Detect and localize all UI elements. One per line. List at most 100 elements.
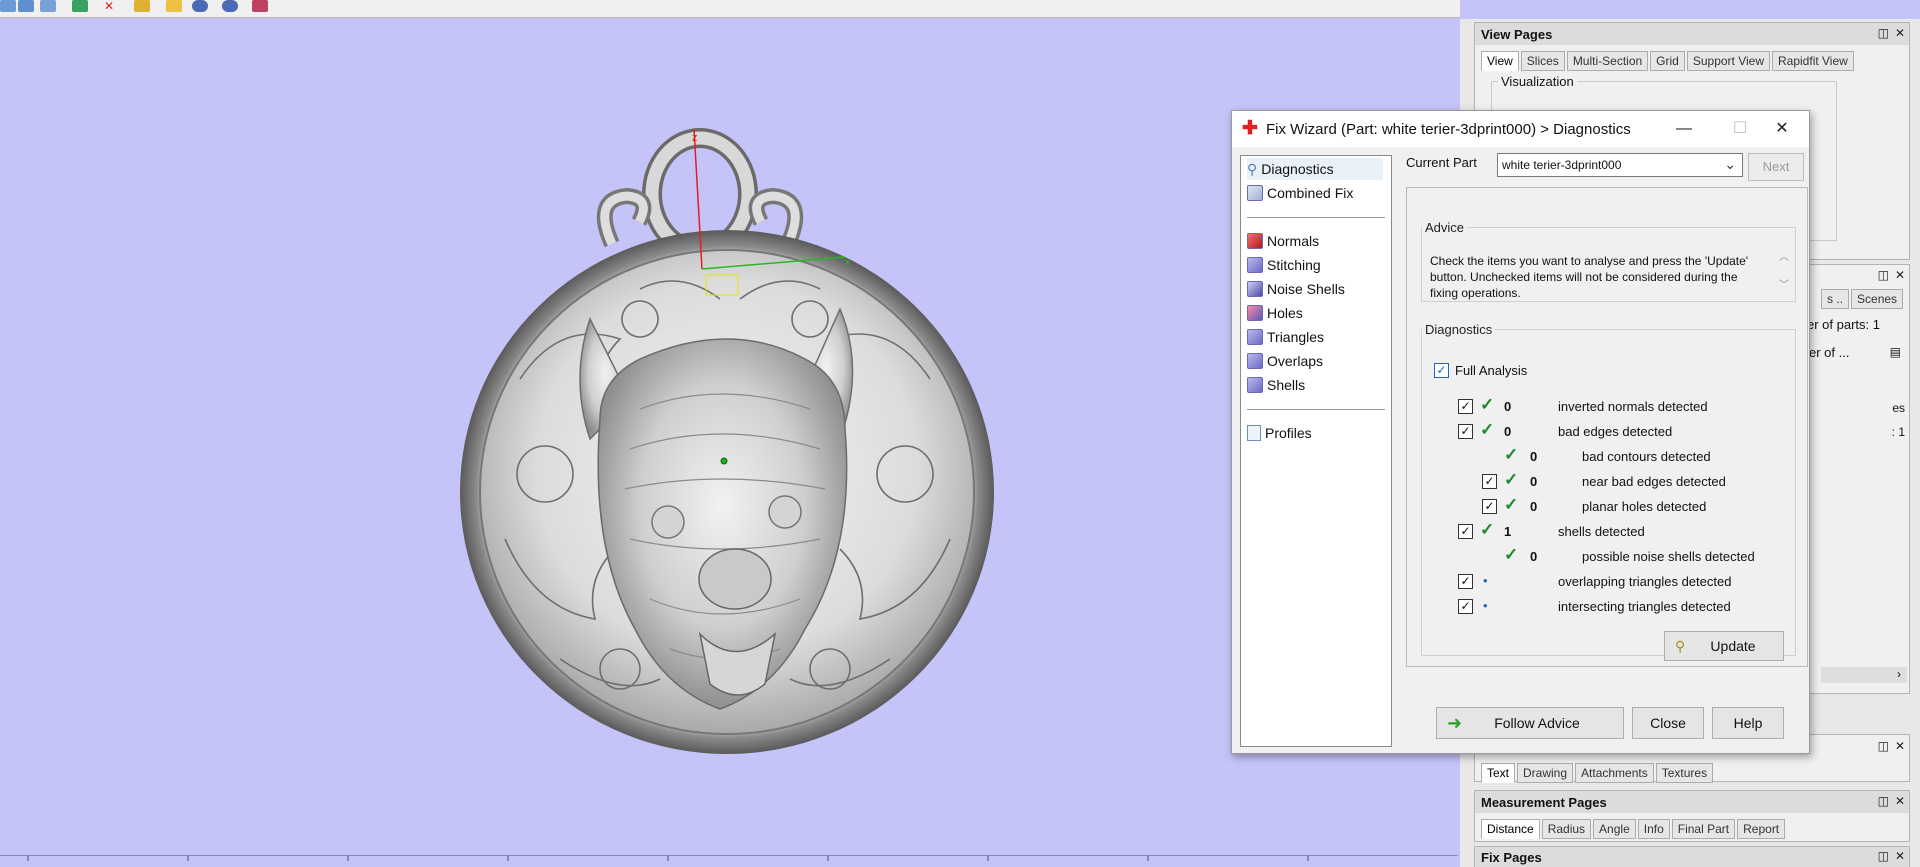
nav-shells[interactable]: Shells — [1247, 374, 1305, 396]
z-axis-label: z — [692, 132, 698, 144]
maximize-button[interactable]: ☐ — [1720, 117, 1760, 141]
shells-icon — [1247, 377, 1263, 393]
help-button[interactable]: Help — [1712, 707, 1784, 739]
tab-distance[interactable]: Distance — [1481, 819, 1540, 839]
nav-combined-fix[interactable]: Combined Fix — [1247, 182, 1353, 204]
close-dialog-button[interactable]: Close — [1632, 707, 1704, 739]
measurement-pages-panel: Measurement Pages ◫ ✕ Distance Radius An… — [1474, 790, 1910, 842]
nav-noise-shells[interactable]: Noise Shells — [1247, 278, 1345, 300]
globe-icon[interactable] — [222, 0, 238, 12]
tab-support-view[interactable]: Support View — [1686, 51, 1770, 71]
close-icon[interactable]: ✕ — [1895, 794, 1905, 808]
tab-scenes[interactable]: Scenes — [1851, 289, 1904, 309]
noise-shells-count: 0 — [1530, 549, 1538, 564]
tab-drawing[interactable]: Drawing — [1517, 763, 1574, 783]
close-icon[interactable]: ✕ — [1895, 26, 1905, 40]
tab-radius[interactable]: Radius — [1541, 819, 1592, 839]
nav-label: Diagnostics — [1261, 161, 1334, 177]
tab-view[interactable]: View — [1481, 51, 1519, 71]
full-analysis-checkbox[interactable]: ✓ — [1434, 363, 1449, 378]
float-icon[interactable]: ◫ — [1878, 26, 1889, 40]
wand-icon[interactable] — [134, 0, 150, 12]
close-icon[interactable]: ✕ — [1895, 849, 1905, 863]
main-toolbar: ✕ — [0, 0, 1460, 18]
intersecting-triangles-checkbox[interactable]: ✓ — [1458, 599, 1473, 614]
follow-advice-button[interactable]: ➜ Follow Advice — [1436, 707, 1624, 739]
update-button[interactable]: ⚲ Update — [1664, 631, 1784, 661]
float-icon[interactable]: ◫ — [1878, 794, 1889, 808]
diagnostics-group: Diagnostics ✓ Full Analysis ✓ ✓ 0 invert… — [1421, 322, 1796, 661]
pending-indicator: • — [1483, 573, 1488, 588]
overlapping-triangles-label: overlapping triangles detected — [1558, 574, 1732, 589]
bottom-ruler — [0, 855, 1458, 867]
close-icon[interactable]: ✕ — [1895, 739, 1905, 753]
part-icon[interactable] — [0, 0, 16, 12]
render-icon[interactable] — [252, 0, 268, 12]
tab-text[interactable]: Text — [1481, 763, 1516, 783]
pin-icon[interactable] — [166, 0, 182, 12]
nav-normals[interactable]: Normals — [1247, 230, 1319, 252]
nav-label: Stitching — [1267, 257, 1321, 273]
tab-slices[interactable]: Slices — [1520, 51, 1565, 71]
tab-multi-section[interactable]: Multi-Section — [1566, 51, 1649, 71]
tab-angle[interactable]: Angle — [1593, 819, 1636, 839]
delete-icon[interactable]: ✕ — [104, 0, 120, 12]
current-part-select[interactable]: white terier-3dprint000 ⌄ — [1497, 153, 1743, 177]
bad-edges-checkbox[interactable]: ✓ — [1458, 424, 1473, 439]
overlapping-triangles-checkbox[interactable]: ✓ — [1458, 574, 1473, 589]
close-icon[interactable]: ✕ — [1895, 268, 1905, 282]
profiles-icon — [1247, 425, 1261, 441]
tab-grid[interactable]: Grid — [1650, 51, 1685, 71]
near-bad-edges-label: near bad edges detected — [1582, 474, 1726, 489]
float-icon[interactable]: ◫ — [1878, 739, 1889, 753]
tab-final-part[interactable]: Final Part — [1671, 819, 1736, 839]
measurement-pages-title: Measurement Pages — [1475, 791, 1909, 813]
nav-profiles[interactable]: Profiles — [1247, 422, 1312, 444]
view-pages-tabs: View Slices Multi-Section Grid Support V… — [1481, 51, 1854, 71]
nav-label: Shells — [1267, 377, 1306, 393]
tab-s[interactable]: s .. — [1821, 289, 1850, 309]
planar-holes-checkbox[interactable]: ✓ — [1482, 499, 1497, 514]
bad-edges-label: bad edges detected — [1558, 424, 1673, 439]
nav-label: Triangles — [1267, 329, 1325, 345]
intersecting-triangles-label: intersecting triangles detected — [1558, 599, 1731, 614]
tab-report[interactable]: Report — [1737, 819, 1786, 839]
divider — [1247, 409, 1385, 410]
nav-diagnostics[interactable]: ⚲ Diagnostics — [1247, 158, 1383, 180]
float-icon[interactable]: ◫ — [1878, 849, 1889, 863]
tab-textures[interactable]: Textures — [1655, 763, 1714, 783]
sphere-icon[interactable] — [192, 0, 208, 12]
bad-contours-label: bad contours detected — [1582, 449, 1711, 464]
text-pages-tabs: Text Drawing Attachments Textures — [1481, 763, 1714, 783]
es-stub: es — [1892, 401, 1905, 415]
next-button[interactable]: Next — [1748, 153, 1804, 181]
nav-stitching[interactable]: Stitching — [1247, 254, 1321, 276]
nav-holes[interactable]: Holes — [1247, 302, 1303, 324]
tab-info[interactable]: Info — [1637, 819, 1670, 839]
inverted-normals-checkbox[interactable]: ✓ — [1458, 399, 1473, 414]
measurement-tabs: Distance Radius Angle Info Final Part Re… — [1481, 819, 1786, 839]
check-icon: ✓ — [1504, 495, 1519, 514]
plane-icon[interactable] — [72, 0, 88, 12]
float-icon[interactable]: ◫ — [1878, 268, 1889, 282]
visualization-label: Visualization — [1498, 74, 1577, 89]
list-icon[interactable]: ▤ — [1890, 345, 1901, 359]
box-icon[interactable] — [18, 0, 34, 12]
near-bad-edges-checkbox[interactable]: ✓ — [1482, 474, 1497, 489]
tab-rapidfit-view[interactable]: Rapidfit View — [1772, 51, 1854, 71]
tab-attachments[interactable]: Attachments — [1575, 763, 1654, 783]
chevron-down-icon: ⌄ — [1724, 156, 1736, 172]
scroll-right-icon[interactable]: › — [1821, 667, 1907, 683]
check-icon: ✓ — [1504, 545, 1519, 564]
wizard-nav: ⚲ Diagnostics Combined Fix Normals Stitc… — [1240, 155, 1392, 747]
nav-triangles[interactable]: Triangles — [1247, 326, 1324, 348]
full-analysis-label: Full Analysis — [1455, 363, 1528, 378]
dialog-titlebar[interactable]: ✚ Fix Wizard (Part: white terier-3dprint… — [1232, 111, 1809, 147]
noise-shells-label: possible noise shells detected — [1582, 549, 1755, 564]
cube-icon[interactable] — [40, 0, 56, 12]
minimize-button[interactable]: — — [1664, 117, 1704, 141]
advice-scrollbar[interactable]: ︿ ﹀ — [1777, 251, 1791, 307]
close-button[interactable]: ✕ — [1762, 117, 1802, 141]
nav-overlaps[interactable]: Overlaps — [1247, 350, 1323, 372]
shells-checkbox[interactable]: ✓ — [1458, 524, 1473, 539]
